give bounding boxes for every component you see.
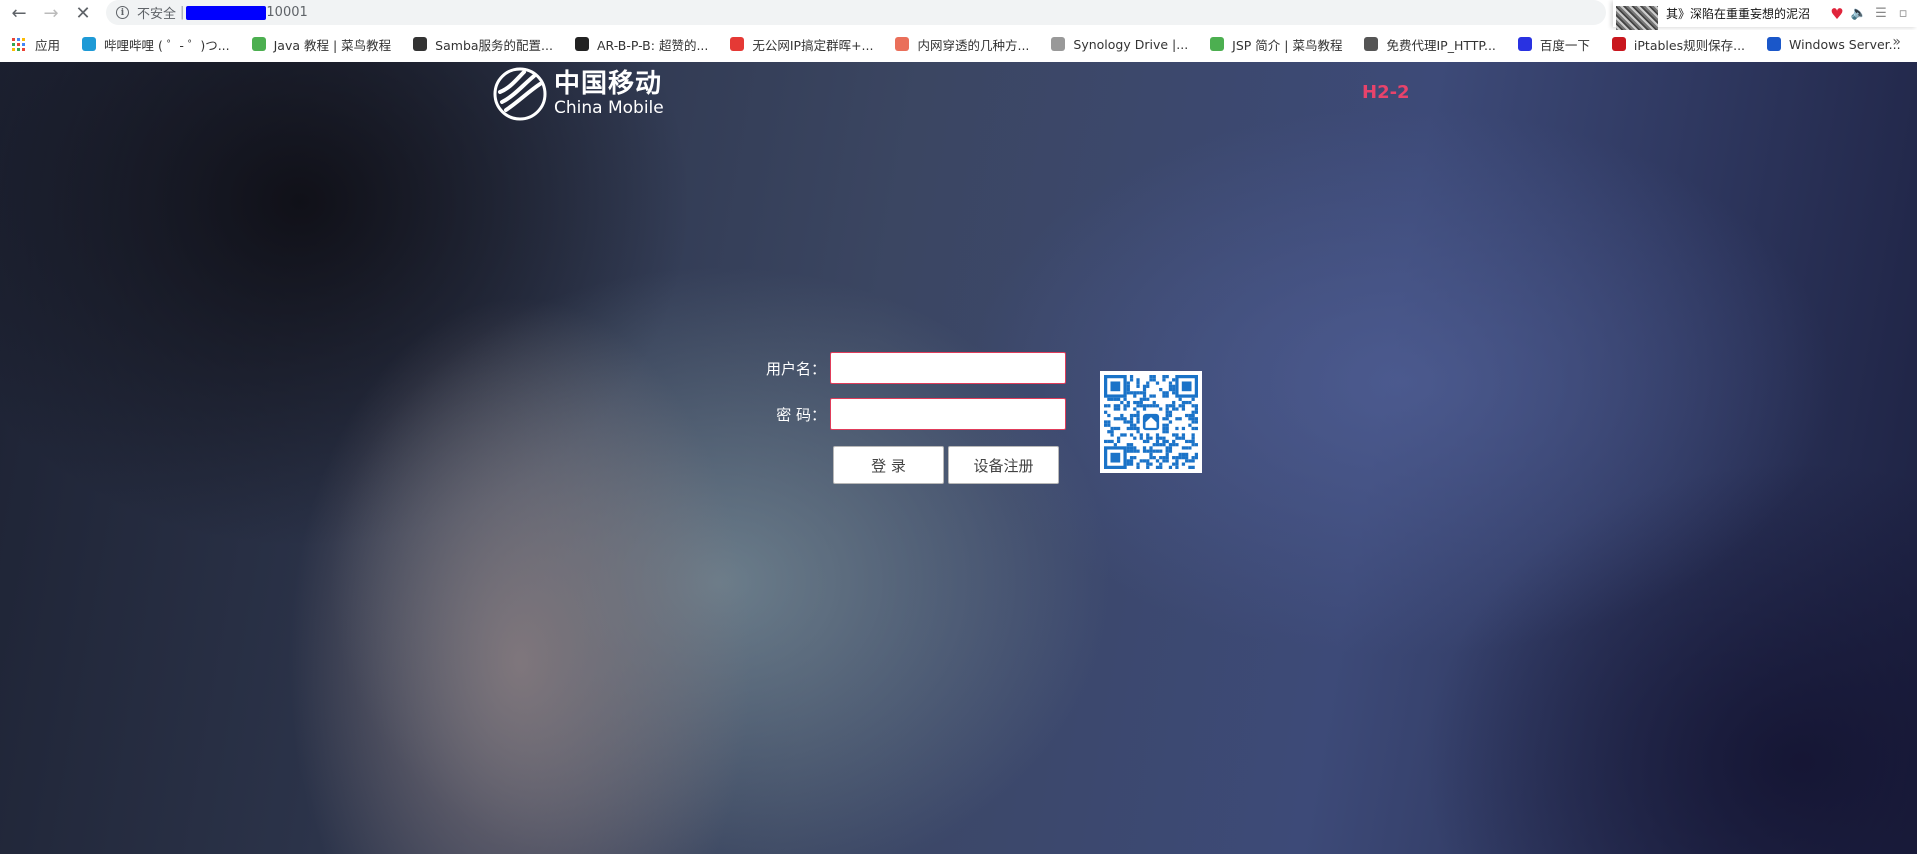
bottom-strip [0, 854, 1917, 863]
password-row: 密 码： [750, 398, 1066, 430]
csdn-icon [1611, 37, 1626, 51]
device-code: H2-2 [1362, 82, 1410, 103]
runoob-icon [1210, 37, 1225, 51]
username-label: 用户名： [765, 359, 826, 378]
bookmark-list: 哔哩哔哩 ( ゜- ゜)つ... Java 教程 | 菜鸟教程 Samba服务的配置… [82, 35, 1917, 54]
login-button[interactable]: 登 录 [833, 446, 944, 484]
address-bar[interactable]: i 不安全 | 10001 [106, 0, 1606, 25]
windows-icon [1767, 37, 1782, 51]
register-device-button[interactable]: 设备注册 [948, 446, 1059, 484]
window-icon[interactable]: ▫ [1892, 6, 1914, 21]
media-title: 其》深陷在重重妄想的泥沼 [1666, 7, 1811, 21]
bookmark-label: Synology Drive |... [1073, 36, 1189, 52]
security-label: 不安全 [137, 7, 177, 22]
bookmark-label: 哔哩哔哩 ( ゜- ゜)つ... [104, 37, 230, 53]
bookmark-item[interactable]: Java 教程 | 菜鸟教程 [251, 35, 392, 54]
password-label: 密 码： [776, 405, 826, 424]
stop-icon: ✕ [75, 2, 91, 24]
bookmark-label: 内网穿透的几种方... [917, 37, 1030, 53]
logo-cn: 中国移动 [554, 69, 663, 99]
bookmark-label: AR-B-P-B: 超赞的... [596, 37, 709, 53]
logo-en: China Mobile [554, 98, 664, 118]
bookmark-item[interactable]: JSP 简介 | 菜鸟教程 [1210, 35, 1342, 54]
bookmark-label: 百度一下 [1539, 37, 1590, 53]
url-text: 10001 [266, 5, 308, 20]
qr-code-icon [1104, 375, 1198, 469]
password-input[interactable] [830, 398, 1066, 430]
jianshu-icon [895, 37, 910, 51]
username-input[interactable] [830, 352, 1066, 384]
bookmark-item[interactable]: 内网穿透的几种方... [895, 35, 1029, 54]
bookmark-apps[interactable]: 应用 [12, 35, 60, 54]
bookmark-label: 免费代理IP_HTTP... [1386, 37, 1496, 53]
bookmark-item[interactable]: 免费代理IP_HTTP... [1364, 35, 1496, 54]
url-separator: | [180, 5, 185, 20]
qr-code[interactable] [1100, 371, 1202, 473]
logo-text: 中国移动 China Mobile [554, 70, 664, 118]
media-widget: 其》深陷在重重妄想的泥沼 ♥ 🔈 ☰ ▫ [1613, 0, 1917, 39]
stop-button[interactable]: ✕ [70, 1, 96, 25]
forward-button[interactable]: → [38, 1, 64, 25]
synology-icon [1051, 37, 1066, 51]
bookmark-item[interactable]: Windows Server... [1767, 35, 1901, 54]
info-icon[interactable]: i [116, 6, 129, 19]
url-redaction [186, 5, 267, 20]
bookmark-item[interactable]: 无公网IP搞定群晖+... [730, 35, 873, 54]
login-page: 中国移动 China Mobile H2-2 用户名： 密 码： 登 录 设备注… [0, 62, 1917, 854]
bookmark-item[interactable]: Synology Drive |... [1051, 35, 1188, 54]
bookmark-item[interactable]: iPtables规则保存... [1611, 35, 1746, 54]
bookmark-label: 应用 [35, 37, 61, 53]
runoob-icon [251, 37, 266, 51]
bookmark-item[interactable]: AR-B-P-B: 超赞的... [574, 35, 709, 54]
playlist-icon[interactable]: ☰ [1870, 6, 1892, 21]
forward-icon: → [43, 2, 59, 24]
bookmark-item[interactable]: 百度一下 [1517, 35, 1590, 54]
zhihu-red-icon [730, 37, 745, 51]
samba-icon [413, 37, 428, 51]
bookmark-label: JSP 简介 | 菜鸟教程 [1232, 37, 1343, 53]
apps-grid-icon [12, 37, 25, 51]
bookmarks-overflow-icon[interactable]: » [1892, 34, 1901, 50]
bookmark-label: Samba服务的配置... [435, 37, 553, 53]
back-icon: ← [11, 2, 27, 24]
globe-icon [1364, 37, 1379, 51]
heart-icon[interactable]: ♥ [1826, 5, 1848, 23]
baidu-icon [1517, 37, 1532, 51]
ar-icon [574, 37, 589, 51]
bookmark-label: Java 教程 | 菜鸟教程 [273, 37, 392, 53]
username-row: 用户名： [750, 352, 1066, 384]
bookmark-label: iPtables规则保存... [1633, 37, 1746, 53]
bookmarks-bar: 应用 哔哩哔哩 ( ゜- ゜)つ... Java 教程 | 菜鸟教程 Samba服务… [0, 30, 1917, 58]
bookmark-item[interactable]: Samba服务的配置... [413, 35, 553, 54]
china-mobile-logo-icon [493, 67, 547, 121]
bookmark-label: Windows Server... [1789, 36, 1901, 52]
china-mobile-logo: 中国移动 China Mobile [492, 66, 664, 122]
back-button[interactable]: ← [6, 1, 32, 25]
bookmark-label: 无公网IP搞定群晖+... [752, 37, 874, 53]
browser-toolbar: ← → ✕ i 不安全 | 10001 其》深陷在重重妄想的泥沼 ♥ 🔈 ☰ ▫ [0, 0, 1917, 39]
volume-icon[interactable]: 🔈 [1848, 6, 1870, 21]
bilibili-icon [82, 37, 97, 51]
bookmark-item[interactable]: 哔哩哔哩 ( ゜- ゜)つ... [82, 35, 230, 54]
